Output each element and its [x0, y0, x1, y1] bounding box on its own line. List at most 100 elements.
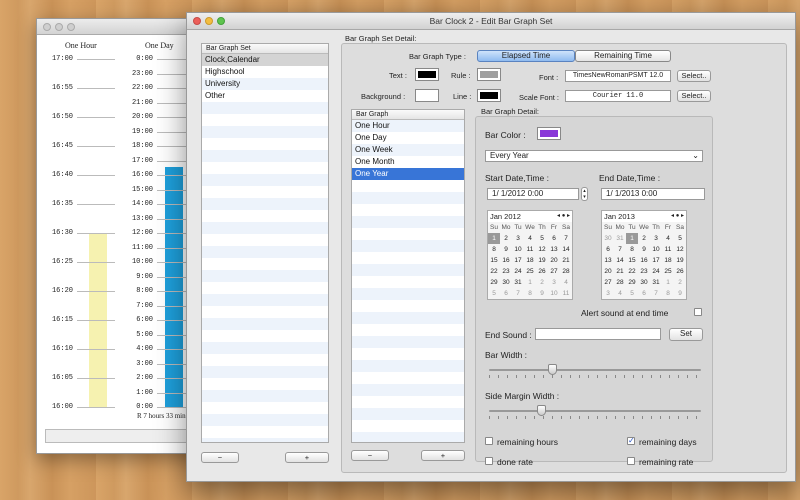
end-datetime-field[interactable]: 1/ 1/2013 0:00 [601, 188, 705, 200]
calendar-day[interactable]: 16 [500, 255, 512, 266]
set-list-item[interactable] [202, 258, 328, 270]
calendar-day[interactable]: 25 [662, 266, 674, 277]
calendar-day[interactable]: 28 [560, 266, 572, 277]
checkbox-remaining-days[interactable]: ✓ [627, 437, 635, 445]
set-list-item[interactable] [202, 138, 328, 150]
calendar-day[interactable]: 29 [488, 277, 500, 288]
calendar-day[interactable]: 11 [524, 244, 536, 255]
calendar-day[interactable]: 17 [512, 255, 524, 266]
calendar-day[interactable]: 27 [548, 266, 560, 277]
calendar-day[interactable]: 6 [638, 288, 650, 299]
calendar-day[interactable]: 7 [560, 233, 572, 244]
calendar-day[interactable]: 12 [536, 244, 548, 255]
calendar-day[interactable]: 3 [512, 233, 524, 244]
calendar-day[interactable]: 22 [626, 266, 638, 277]
calendar-day[interactable]: 4 [662, 233, 674, 244]
calendar-day[interactable]: 7 [614, 244, 626, 255]
bar-graph-list-item[interactable] [352, 288, 464, 300]
calendar-day[interactable]: 12 [674, 244, 686, 255]
bar-graph-list-item[interactable] [352, 300, 464, 312]
calendar-day[interactable]: 31 [512, 277, 524, 288]
calendar-day[interactable]: 25 [524, 266, 536, 277]
calendar-day[interactable]: 21 [560, 255, 572, 266]
checkbox-remaining-rate[interactable] [627, 457, 635, 465]
calendar-day[interactable]: 21 [614, 266, 626, 277]
calendar-day[interactable]: 24 [512, 266, 524, 277]
calendar-day[interactable]: 9 [536, 288, 548, 299]
checkbox-remaining-hours[interactable] [485, 437, 493, 445]
bar-graph-list-item[interactable]: One Day [352, 132, 464, 144]
bar-graph-list-item[interactable] [352, 264, 464, 276]
bar-width-slider-track[interactable] [489, 369, 701, 371]
set-list-item[interactable] [202, 282, 328, 294]
set-list-item[interactable] [202, 186, 328, 198]
line-color-well[interactable] [477, 89, 501, 102]
calendar-day[interactable]: 17 [650, 255, 662, 266]
set-list-item[interactable] [202, 438, 328, 442]
set-list-item[interactable] [202, 402, 328, 414]
bar-graph-list[interactable]: Bar Graph One Hour One Day One Week One Mon… [351, 109, 465, 443]
calendar-day[interactable]: 5 [626, 288, 638, 299]
side-margin-slider-knob[interactable] [537, 405, 546, 416]
calendar-day[interactable]: 8 [488, 244, 500, 255]
minimize-button[interactable] [205, 17, 213, 25]
calendar-day[interactable]: 18 [662, 255, 674, 266]
calendar-day[interactable]: 14 [560, 244, 572, 255]
set-list-item[interactable] [202, 150, 328, 162]
zoom-button[interactable] [67, 23, 75, 31]
set-list-item[interactable] [202, 234, 328, 246]
period-select[interactable]: Every Year ⌄ [485, 150, 703, 162]
set-list-item[interactable] [202, 210, 328, 222]
set-list-item[interactable] [202, 366, 328, 378]
calendar-day[interactable]: 10 [548, 288, 560, 299]
calendar-day[interactable]: 15 [626, 255, 638, 266]
font-select-button[interactable]: Select.. [677, 70, 711, 82]
calendar-day[interactable]: 4 [560, 277, 572, 288]
calendar-day[interactable]: 30 [500, 277, 512, 288]
calendar-day[interactable]: 23 [638, 266, 650, 277]
set-list-item[interactable] [202, 174, 328, 186]
zoom-button[interactable] [217, 17, 225, 25]
calendar-day[interactable]: 20 [548, 255, 560, 266]
calendar-day[interactable]: 6 [548, 233, 560, 244]
calendar-day[interactable]: 10 [650, 244, 662, 255]
calendar-day[interactable]: 11 [560, 288, 572, 299]
bar-graph-list-item[interactable] [352, 192, 464, 204]
remove-graph-button[interactable]: − [351, 450, 389, 461]
calendar-day[interactable]: 13 [602, 255, 614, 266]
add-graph-button[interactable]: + [421, 450, 465, 461]
calendar-day[interactable]: 29 [626, 277, 638, 288]
bar-graph-list-item[interactable] [352, 372, 464, 384]
calendar-day[interactable]: 11 [662, 244, 674, 255]
calendar-day[interactable]: 19 [674, 255, 686, 266]
set-list-item[interactable] [202, 330, 328, 342]
set-list-item[interactable] [202, 222, 328, 234]
calendar-day[interactable]: 3 [650, 233, 662, 244]
calendar-day[interactable]: 26 [674, 266, 686, 277]
background-color-well[interactable] [415, 89, 439, 102]
bar-graph-list-item[interactable] [352, 420, 464, 432]
calendar-day[interactable]: 28 [614, 277, 626, 288]
set-list-item[interactable] [202, 354, 328, 366]
calendar-day[interactable]: 2 [500, 233, 512, 244]
bar-graph-list-item[interactable]: One Hour [352, 120, 464, 132]
set-list-item[interactable] [202, 102, 328, 114]
calendar-day[interactable]: 1 [626, 233, 638, 244]
calendar-day[interactable]: 2 [674, 277, 686, 288]
calendar-day[interactable]: 31 [650, 277, 662, 288]
set-list-item[interactable] [202, 294, 328, 306]
scale-font-select-button[interactable]: Select.. [677, 90, 711, 102]
alert-checkbox[interactable] [694, 308, 702, 316]
set-list-item[interactable] [202, 114, 328, 126]
calendar-day[interactable]: 5 [674, 233, 686, 244]
side-margin-slider-track[interactable] [489, 410, 701, 412]
set-list-item[interactable] [202, 318, 328, 330]
calendar-day[interactable]: 18 [524, 255, 536, 266]
calendar-day[interactable]: 9 [674, 288, 686, 299]
calendar-day[interactable]: 10 [512, 244, 524, 255]
set-list-item[interactable] [202, 198, 328, 210]
bar-graph-list-item[interactable] [352, 336, 464, 348]
bar-graph-list-item[interactable] [352, 204, 464, 216]
set-list[interactable]: Bar Graph Set Clock,Calendar Highschool Un… [201, 43, 329, 443]
set-list-item[interactable] [202, 126, 328, 138]
